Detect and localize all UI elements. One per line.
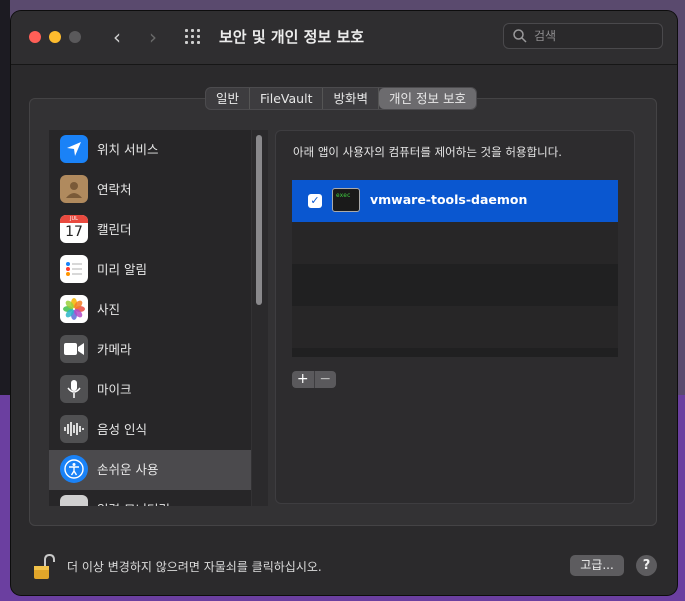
sidebar-item-label: 카메라 — [97, 342, 132, 357]
sidebar-item-camera[interactable]: 카메라 — [49, 330, 251, 370]
remove-app-button[interactable]: − — [315, 371, 337, 388]
sidebar-item-accessibility[interactable]: 손쉬운 사용 — [49, 450, 251, 490]
sidebar-item-calendar[interactable]: JUL 17 캘린더 — [49, 210, 251, 250]
location-arrow-icon — [60, 135, 88, 163]
window-title: 보안 및 개인 정보 보호 — [219, 28, 365, 46]
speech-recognition-icon — [60, 415, 88, 443]
table-row[interactable]: ✓ exec vmware-tools-daemon — [292, 180, 618, 222]
table-row-empty — [292, 222, 618, 264]
search-icon — [513, 29, 527, 43]
tab-firewall[interactable]: 방화벽 — [323, 88, 379, 109]
keyboard-icon — [60, 495, 88, 506]
panel-description: 아래 앱이 사용자의 컴퓨터를 제어하는 것을 허용합니다. — [293, 145, 562, 159]
app-allow-checkbox[interactable]: ✓ — [308, 194, 322, 208]
sidebar-item-photos[interactable]: 사진 — [49, 290, 251, 330]
app-name: vmware-tools-daemon — [370, 192, 528, 207]
sidebar-item-label: 사진 — [97, 302, 121, 317]
sidebar-item-label: 캘린더 — [97, 222, 132, 237]
preferences-window: ‹ › 보안 및 개인 정보 보호 검색 일반 FileVault 방화벽 개인… — [11, 11, 677, 595]
tab-general[interactable]: 일반 — [206, 88, 251, 109]
unlocked-padlock-icon[interactable] — [33, 554, 55, 580]
sidebar-item-label: 위치 서비스 — [97, 142, 159, 157]
lock-instruction: 더 이상 변경하지 않으려면 자물쇠를 클릭하십시오. — [67, 560, 322, 574]
microphone-icon — [60, 375, 88, 403]
sidebar-item-label: 연락처 — [97, 182, 132, 197]
sidebar-item-label: 음성 인식 — [97, 422, 147, 437]
calendar-month: JUL — [60, 215, 88, 223]
privacy-category-list: 위치 서비스 연락처 JUL 17 캘린더 미리 알림 사진 카메라 마이크 음… — [49, 130, 251, 506]
sidebar-item-reminders[interactable]: 미리 알림 — [49, 250, 251, 290]
advanced-button[interactable]: 고급... — [570, 555, 624, 576]
sidebar-item-location[interactable]: 위치 서비스 — [49, 130, 251, 170]
add-app-button[interactable]: + — [292, 371, 315, 388]
sidebar-item-label: 미리 알림 — [97, 262, 147, 277]
back-button[interactable]: ‹ — [106, 25, 128, 49]
sidebar-item-speech[interactable]: 음성 인식 — [49, 410, 251, 450]
add-remove-control: + − — [292, 371, 336, 388]
show-all-grid-icon[interactable] — [185, 29, 203, 45]
sidebar-item-label: 입력 모니터링 — [97, 490, 170, 506]
accessibility-icon — [60, 455, 88, 483]
sidebar-item-contacts[interactable]: 연락처 — [49, 170, 251, 210]
minimize-window-button[interactable] — [49, 31, 61, 43]
table-row-empty — [292, 306, 618, 348]
search-placeholder: 검색 — [534, 29, 557, 43]
list-scrollbar-thumb[interactable] — [256, 135, 262, 305]
tab-bar: 일반 FileVault 방화벽 개인 정보 보호 — [205, 87, 477, 110]
calendar-icon: JUL 17 — [60, 215, 88, 243]
reminders-icon — [60, 255, 88, 283]
close-window-button[interactable] — [29, 31, 41, 43]
photos-icon — [60, 295, 88, 323]
contacts-icon — [60, 175, 88, 203]
tab-filevault[interactable]: FileVault — [250, 88, 324, 109]
help-button[interactable]: ? — [636, 555, 657, 576]
sidebar-item-microphone[interactable]: 마이크 — [49, 370, 251, 410]
table-row-empty — [292, 264, 618, 306]
titlebar: ‹ › 보안 및 개인 정보 보호 검색 — [11, 11, 677, 65]
search-field[interactable]: 검색 — [503, 23, 663, 49]
terminal-icon: exec — [332, 188, 360, 212]
calendar-day: 17 — [65, 224, 83, 240]
zoom-window-button[interactable] — [69, 31, 81, 43]
sidebar-item-input-monitoring[interactable]: 입력 모니터링 — [49, 490, 251, 506]
sidebar-item-label: 손쉬운 사용 — [97, 462, 159, 477]
sidebar-item-label: 마이크 — [97, 382, 132, 397]
allowed-apps-table: ✓ exec vmware-tools-daemon — [292, 180, 618, 357]
tab-privacy[interactable]: 개인 정보 보호 — [379, 88, 476, 109]
forward-button[interactable]: › — [142, 25, 164, 49]
camera-icon — [60, 335, 88, 363]
